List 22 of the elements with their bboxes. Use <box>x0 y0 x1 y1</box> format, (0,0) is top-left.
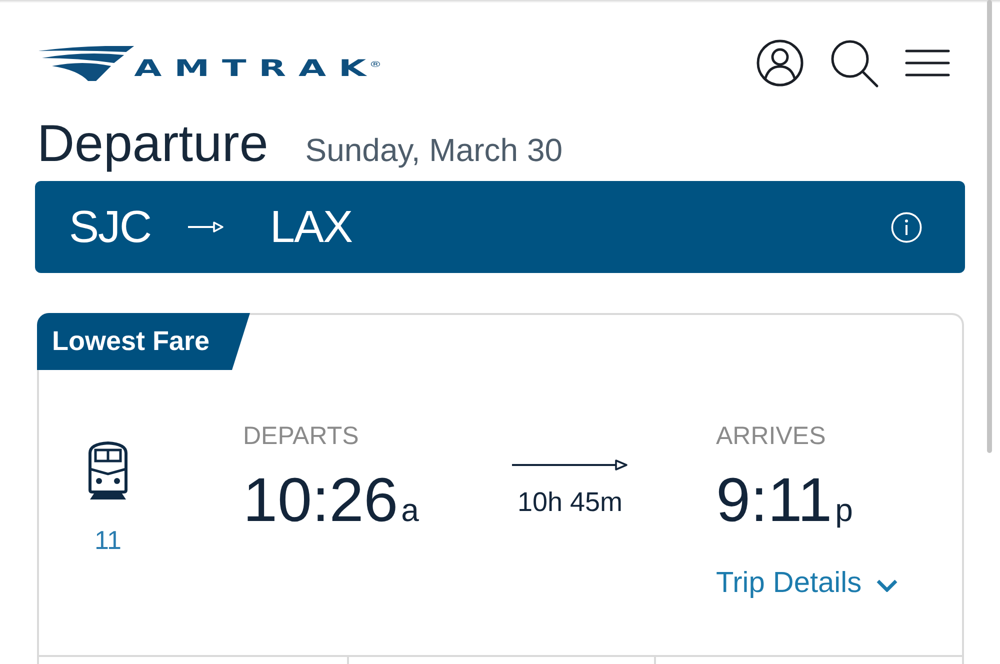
user-icon[interactable] <box>756 39 804 87</box>
arrow-right-icon <box>188 220 224 234</box>
scrollbar-thumb[interactable] <box>987 0 992 453</box>
logo-swoosh-icon <box>38 46 134 80</box>
fare-tag: Lowest Fare <box>37 313 250 370</box>
departs-label: DEPARTS <box>243 421 359 451</box>
origin-code: SJC <box>69 201 152 253</box>
info-icon[interactable] <box>891 212 922 242</box>
arrival-time: 9:11 p <box>716 469 853 537</box>
menu-icon[interactable] <box>905 49 950 77</box>
arrives-label: ARRIVES <box>716 421 826 451</box>
page-title: Departure <box>37 114 268 174</box>
chevron-down-icon[interactable] <box>876 578 898 592</box>
train-number[interactable]: 11 <box>94 525 122 555</box>
arrow-right-icon <box>512 458 628 472</box>
date-text: Sunday, March 30 <box>305 131 563 170</box>
departure-time: 10:26 a <box>243 469 419 537</box>
duration-text: 10h 45m <box>517 486 623 518</box>
train-icon <box>86 440 130 500</box>
search-icon[interactable] <box>830 38 879 88</box>
destination-code: LAX <box>270 201 352 253</box>
trip-details-link[interactable]: Trip Details <box>716 566 898 600</box>
